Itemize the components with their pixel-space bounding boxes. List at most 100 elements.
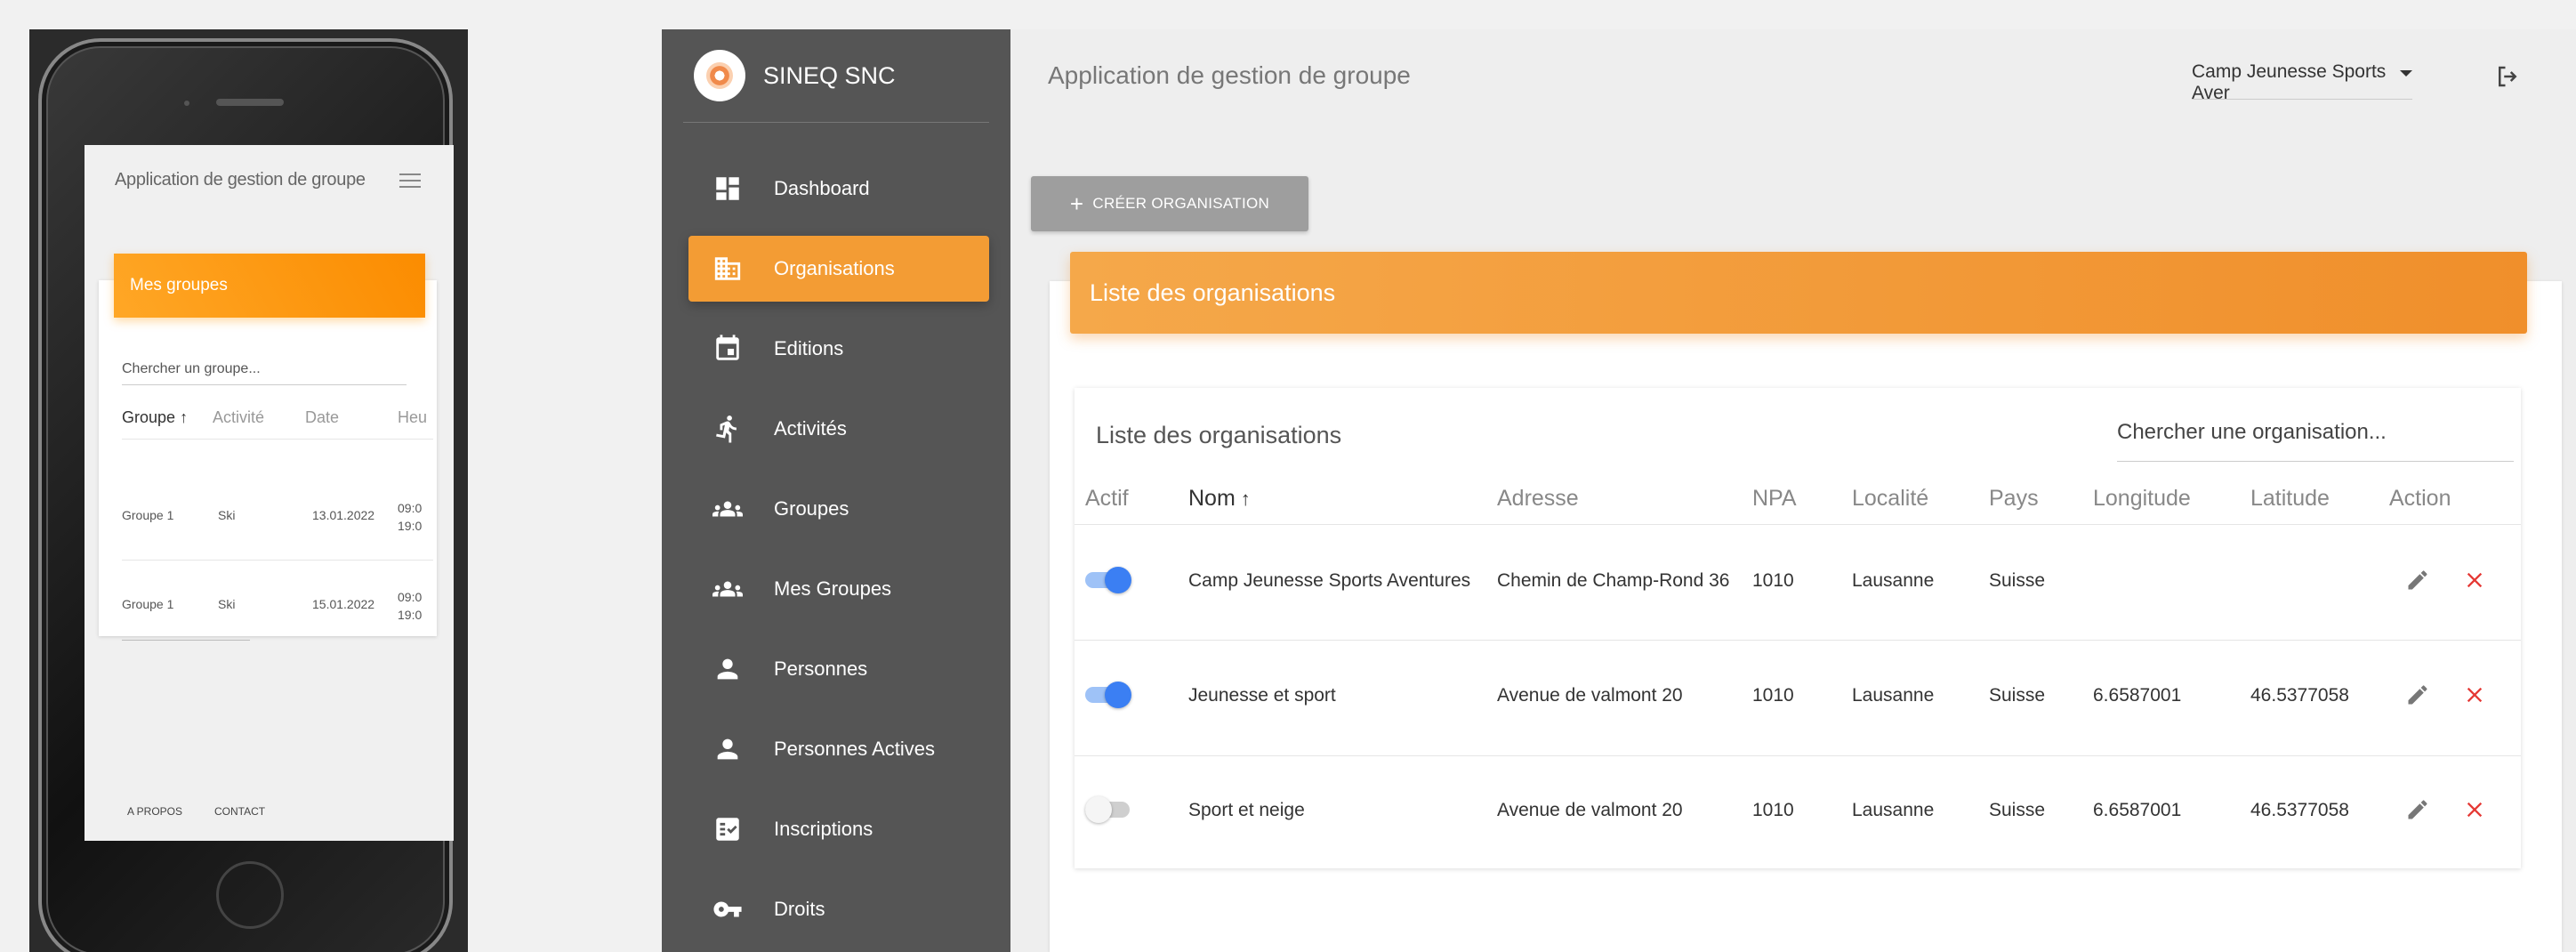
main-content: Application de gestion de groupe Camp Je… [1010,29,2576,952]
organisation-select[interactable]: Camp Jeunesse Sports Aver [2192,61,2412,103]
cell-adresse: Chemin de Champ-Rond 36 [1497,570,1730,591]
hamburger-menu-icon[interactable] [399,173,421,188]
person-icon [712,653,744,685]
cell-npa: 1010 [1752,800,1794,820]
page-title: Application de gestion de groupe [1048,61,1411,89]
actif-toggle[interactable] [1085,795,1131,823]
dashboard-icon [712,173,744,205]
cell-localite: Lausanne [1852,800,1935,820]
mobile-card-header: Mes groupes [114,254,425,318]
cell-nom: Jeunesse et sport [1188,685,1336,706]
edit-icon[interactable] [2405,568,2430,593]
brand-logo-icon [694,50,745,101]
sort-arrow-icon: ↑ [1240,488,1251,510]
mobile-cell-activite: Ski [218,508,236,522]
mobile-app-title: Application de gestion de groupe [115,170,366,190]
organisation-search-input[interactable]: Chercher une organisation... [2117,420,2514,462]
divider [1075,524,2521,525]
delete-icon[interactable] [2462,797,2487,822]
footer-about-link[interactable]: A propos [127,805,182,818]
col-nom[interactable]: Nom ↑ [1188,486,1251,512]
sidebar-item-droits[interactable]: Droits [688,876,989,942]
chevron-down-icon [2400,70,2412,77]
mobile-cell-groupe: Groupe 1 [122,597,174,611]
cell-pays: Suisse [1989,570,2046,591]
mobile-cell-heure: 09:0 19:0 [398,501,423,533]
mobile-col-activite[interactable]: Activité [213,408,264,427]
divider [683,122,989,123]
group-icon [712,573,744,605]
phone-home-button [216,861,284,929]
organisations-table: Liste des organisations Chercher une org… [1075,388,2521,868]
edit-icon[interactable] [2405,797,2430,822]
cell-localite: Lausanne [1852,570,1935,591]
cell-nom: Camp Jeunesse Sports Aventures [1188,570,1471,591]
col-longitude[interactable]: Longitude [2093,486,2191,512]
sidebar-item-organisations[interactable]: Organisations [688,236,989,302]
cell-latitude: 46.5377058 [2250,685,2349,706]
sidebar-item-label: Droits [774,898,825,920]
checklist-icon [712,813,744,845]
mobile-screen: Application de gestion de groupe Mes gro… [85,145,454,841]
mobile-cell-heure: 09:0 19:0 [398,590,423,622]
brand-name: SINEQ SNC [763,61,896,89]
col-latitude[interactable]: Latitude [2250,486,2330,512]
delete-icon[interactable] [2462,682,2487,707]
card-header-title: Liste des organisations [1070,252,2527,334]
sidebar: SINEQ SNC Dashboard Organisations Editio… [662,29,1010,952]
edit-icon[interactable] [2405,682,2430,707]
actif-toggle[interactable] [1085,566,1131,593]
divider [122,560,433,561]
cell-nom: Sport et neige [1188,800,1305,820]
mobile-cell-date: 13.01.2022 [312,508,375,522]
col-adresse[interactable]: Adresse [1497,486,1579,512]
col-actif[interactable]: Actif [1085,486,1129,512]
sidebar-item-label: Groupes [774,497,849,520]
cell-latitude: 46.5377058 [2250,800,2349,820]
col-localite[interactable]: Localité [1852,486,1928,512]
mobile-search-input[interactable]: Chercher un groupe... [122,361,407,385]
footer-contact-link[interactable]: Contact [214,805,265,818]
group-icon [712,493,744,525]
mobile-col-date[interactable]: Date [305,408,339,427]
mobile-col-heure[interactable]: Heu [398,408,427,427]
table-title: Liste des organisations [1096,422,1342,448]
mobile-col-groupe[interactable]: Groupe ↑ [122,408,188,427]
col-npa[interactable]: NPA [1752,486,1797,512]
phone-camera [184,101,189,106]
sidebar-item-personnes-actives[interactable]: Personnes Actives [688,716,989,782]
cell-pays: Suisse [1989,800,2046,820]
cell-adresse: Avenue de valmont 20 [1497,685,1683,706]
sidebar-item-inscriptions[interactable]: Inscriptions [688,796,989,862]
sidebar-item-groupes[interactable]: Groupes [688,476,989,542]
col-action: Action [2389,486,2451,511]
sidebar-item-label: Dashboard [774,177,870,199]
calendar-icon [712,333,744,365]
sidebar-item-activites[interactable]: Activités [688,396,989,462]
mobile-scrollbar[interactable] [122,640,250,641]
divider [122,439,433,440]
delete-icon[interactable] [2462,568,2487,593]
mobile-cell-date: 15.01.2022 [312,597,375,611]
create-organisation-button[interactable]: + CRÉER ORGANISATION [1031,176,1308,231]
cell-adresse: Avenue de valmont 20 [1497,800,1683,820]
divider [1075,755,2521,756]
sidebar-item-label: Inscriptions [774,818,873,840]
key-icon [712,893,744,925]
logout-icon[interactable] [2494,63,2521,90]
sidebar-item-personnes[interactable]: Personnes [688,636,989,702]
actif-toggle[interactable] [1085,681,1131,708]
cell-pays: Suisse [1989,685,2046,706]
col-pays[interactable]: Pays [1989,486,2039,512]
cell-localite: Lausanne [1852,685,1935,706]
sidebar-item-label: Mes Groupes [774,577,892,600]
sidebar-item-mes-groupes[interactable]: Mes Groupes [688,556,989,622]
phone-speaker [216,99,284,106]
create-organisation-label: CRÉER ORGANISATION [1092,195,1270,212]
run-icon [712,413,744,445]
sidebar-item-label: Activités [774,417,847,440]
sidebar-item-label: Personnes [774,658,868,680]
sidebar-item-dashboard[interactable]: Dashboard [688,156,989,222]
sidebar-item-editions[interactable]: Editions [688,316,989,382]
brand[interactable]: SINEQ SNC [694,49,896,102]
